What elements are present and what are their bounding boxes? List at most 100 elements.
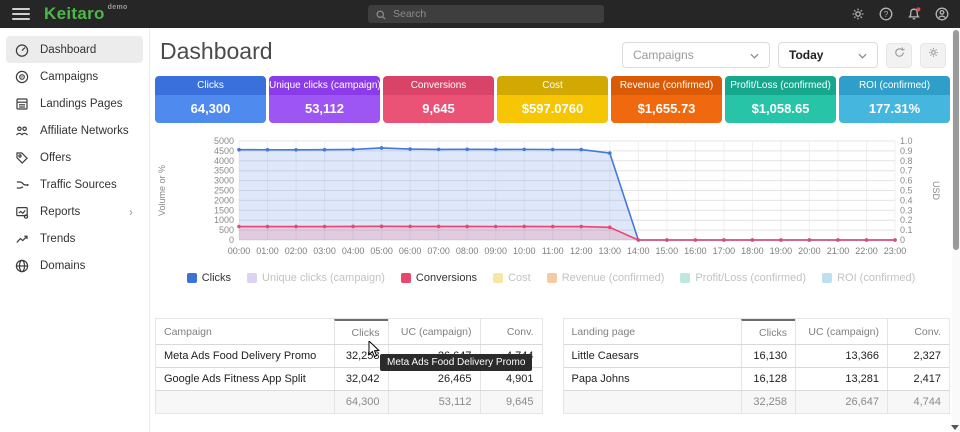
sidebar-item-affiliate-networks[interactable]: Affiliate Networks [6, 117, 143, 144]
gauge-icon [14, 42, 30, 58]
chevron-down-icon [858, 48, 867, 62]
scrollbar-thumb[interactable] [953, 30, 959, 250]
metric-card-roi-confirmed: ROI (confirmed)177.31% [839, 76, 950, 123]
legend-swatch [493, 273, 503, 283]
legend-label: Clicks [202, 272, 231, 284]
column-header-clicks[interactable]: Clicks [334, 319, 388, 344]
svg-text:18:00: 18:00 [741, 246, 764, 256]
sidebar-item-label: Landings Pages [40, 98, 135, 110]
row-name-cell[interactable]: Little Caesars [564, 350, 742, 362]
campaign-filter-select[interactable]: Campaigns [622, 42, 770, 68]
svg-text:0.5: 0.5 [900, 186, 913, 196]
traffic-chart[interactable]: 005000.110000.215000.320000.425000.53000… [155, 133, 941, 266]
svg-text:07:00: 07:00 [427, 246, 450, 256]
column-header-conv[interactable]: Conv. [480, 319, 542, 344]
campaign-filter-value: Campaigns [633, 48, 694, 62]
svg-text:3500: 3500 [214, 166, 234, 176]
svg-text:12:00: 12:00 [570, 246, 593, 256]
svg-text:1500: 1500 [214, 205, 234, 215]
row-name-cell[interactable]: Meta Ads Food Delivery Promo [156, 350, 334, 362]
row-name-cell[interactable]: Google Ads Fitness App Split [156, 373, 334, 385]
sidebar-item-landings-pages[interactable]: Landings Pages [6, 90, 143, 117]
tag-icon [14, 150, 30, 166]
scroll-down-arrow-icon[interactable] [951, 425, 959, 430]
notifications-bell-icon[interactable] [906, 6, 922, 22]
column-header-clicks[interactable]: Clicks [741, 319, 795, 344]
sidebar-item-trends[interactable]: Trends [6, 225, 143, 252]
logo-text: Keitaro [44, 4, 105, 23]
refresh-button[interactable] [886, 43, 912, 68]
search-icon [375, 8, 387, 20]
legend-item-unique-clicks-campaign[interactable]: Unique clicks (campaign) [247, 272, 385, 284]
svg-text:13:00: 13:00 [599, 246, 622, 256]
landing-table-row[interactable]: Papa Johns16,12813,2812,417 [564, 367, 950, 390]
row-value-cell: 13,366 [795, 345, 887, 367]
metric-card-conversions: Conversions9,645 [383, 76, 494, 123]
sidebar-item-traffic-sources[interactable]: Traffic Sources [6, 171, 143, 198]
globe-icon [14, 258, 30, 274]
menu-toggle-icon[interactable] [12, 8, 30, 20]
svg-text:?: ? [884, 10, 889, 19]
sidebar-item-dashboard[interactable]: Dashboard [6, 36, 143, 63]
metric-card-value: 9,645 [383, 95, 494, 123]
dashboard-settings-button[interactable] [920, 43, 946, 68]
gear-icon [927, 46, 940, 64]
svg-text:2000: 2000 [214, 195, 234, 205]
row-value-cell: 2,327 [887, 345, 949, 367]
svg-text:04:00: 04:00 [342, 246, 365, 256]
row-value-cell: 13,281 [795, 368, 887, 390]
svg-text:00:00: 00:00 [228, 246, 251, 256]
legend-swatch [547, 273, 557, 283]
account-icon[interactable] [934, 6, 950, 22]
sidebar-item-label: Domains [40, 260, 135, 272]
svg-text:05:00: 05:00 [370, 246, 393, 256]
legend-item-cost[interactable]: Cost [493, 272, 531, 284]
app-logo[interactable]: Keitarodemo [44, 4, 128, 24]
column-header-uc-campaign[interactable]: UC (campaign) [795, 319, 887, 344]
legend-item-revenue-confirmed[interactable]: Revenue (confirmed) [547, 272, 665, 284]
svg-text:16:00: 16:00 [684, 246, 707, 256]
table-header-row: Landing pageClicksUC (campaign)Conv. [564, 319, 950, 344]
column-header-landing-page[interactable]: Landing page [564, 326, 742, 338]
totals-cell: 64,300 [334, 391, 388, 413]
landing-table-row[interactable]: Little Caesars16,13013,3662,327 [564, 344, 950, 367]
metric-card-cost: Cost$597.0760 [497, 76, 608, 123]
sidebar-item-campaigns[interactable]: Campaigns [6, 63, 143, 90]
metric-card-clicks: Clicks64,300 [155, 76, 266, 123]
svg-text:15:00: 15:00 [656, 246, 679, 256]
svg-text:20:00: 20:00 [798, 246, 821, 256]
column-header-conv[interactable]: Conv. [887, 319, 949, 344]
metric-card-unique-clicks-campaign: Unique clicks (campaign)53,112 [269, 76, 380, 123]
column-header-uc-campaign[interactable]: UC (campaign) [388, 319, 480, 344]
svg-text:3000: 3000 [214, 176, 234, 186]
legend-label: Unique clicks (campaign) [262, 272, 385, 284]
metric-card-label: Clicks [155, 76, 266, 95]
svg-text:1000: 1000 [214, 215, 234, 225]
sidebar-item-domains[interactable]: Domains [6, 252, 143, 279]
column-header-campaign[interactable]: Campaign [156, 326, 334, 338]
totals-cell: 53,112 [388, 391, 480, 413]
sidebar-item-reports[interactable]: Reports› [6, 198, 143, 225]
date-range-select[interactable]: Today [778, 42, 878, 68]
svg-text:1.0: 1.0 [900, 136, 913, 146]
search-input[interactable] [393, 8, 583, 20]
settings-icon[interactable] [850, 6, 866, 22]
metric-card-label: Profit/Loss (confirmed) [725, 76, 836, 95]
svg-text:500: 500 [219, 225, 234, 235]
global-search[interactable] [368, 5, 604, 23]
svg-text:USD: USD [931, 181, 941, 201]
row-value-cell: 16,130 [741, 345, 795, 367]
sidebar-item-offers[interactable]: Offers [6, 144, 143, 171]
help-icon[interactable]: ? [878, 6, 894, 22]
sidebar-item-label: Traffic Sources [40, 179, 135, 191]
legend-item-conversions[interactable]: Conversions [401, 272, 477, 284]
legend-item-profit-loss-confirmed[interactable]: Profit/Loss (confirmed) [680, 272, 806, 284]
legend-label: Conversions [416, 272, 477, 284]
svg-text:19:00: 19:00 [770, 246, 793, 256]
metric-card-value: 53,112 [269, 95, 380, 123]
row-value-cell: 26,465 [388, 368, 480, 390]
row-name-cell[interactable]: Papa Johns [564, 373, 742, 385]
legend-item-clicks[interactable]: Clicks [187, 272, 231, 284]
legend-item-roi-confirmed[interactable]: ROI (confirmed) [822, 272, 915, 284]
trend-icon [14, 231, 30, 247]
